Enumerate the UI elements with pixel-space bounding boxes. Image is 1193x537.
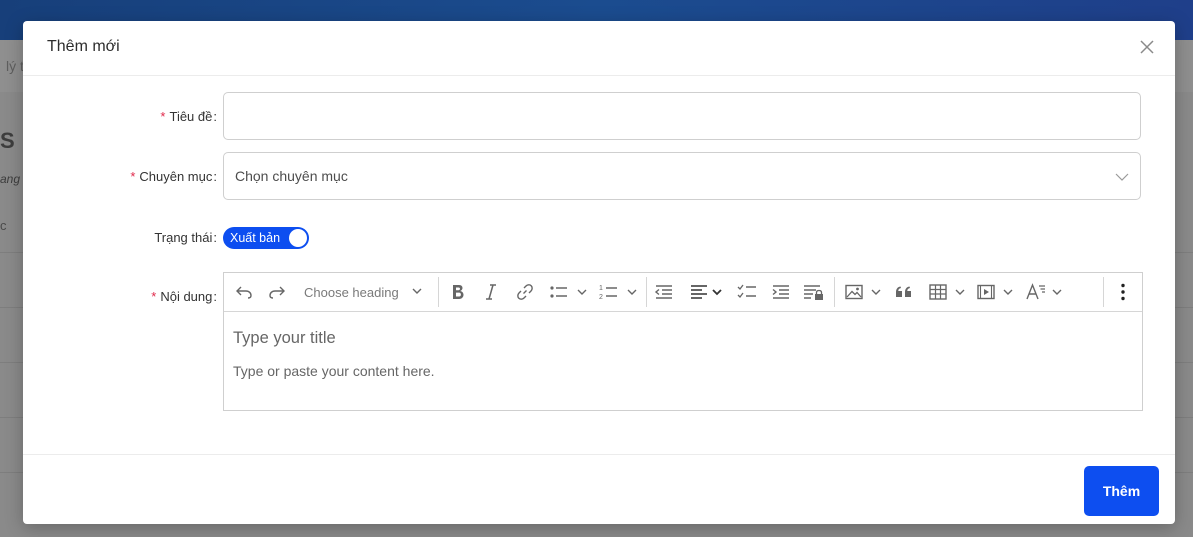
table-icon (929, 284, 947, 300)
content-form-row: * Nội dung: Choose heading 1 2 Type your… (23, 272, 1175, 411)
chevron-down-icon (1003, 289, 1013, 295)
editor-toolbar: Choose heading 1 2 (224, 273, 1142, 312)
link-button[interactable] (515, 282, 535, 302)
status-toggle-label: Xuất bản (230, 231, 281, 245)
status-toggle[interactable]: Xuất bản (223, 227, 309, 249)
todo-list-button[interactable] (736, 282, 758, 302)
toolbar-separator (834, 277, 835, 307)
bulleted-list-button[interactable] (548, 282, 588, 302)
link-icon (517, 284, 533, 300)
modal-title: Thêm mới (47, 38, 120, 55)
background-column: c (0, 218, 7, 233)
required-mark: * (151, 289, 157, 304)
label-colon: : (213, 109, 217, 124)
text-style-icon (1026, 283, 1045, 300)
category-placeholder: Chọn chuyên mục (235, 168, 348, 184)
status-label: Trạng thái: (154, 230, 217, 245)
toolbar-separator (1103, 277, 1104, 307)
add-button[interactable]: Thêm (1084, 466, 1159, 516)
undo-icon (236, 286, 252, 299)
image-icon (845, 284, 863, 300)
label-colon: : (213, 289, 217, 304)
category-label-text: Chuyên mục (139, 169, 213, 184)
outdent-icon (654, 285, 672, 299)
indent-icon (772, 285, 789, 299)
numbered-list-icon: 12 (599, 285, 617, 301)
todo-list-icon (737, 284, 756, 298)
redo-button[interactable] (267, 282, 287, 302)
category-label: * Chuyên mục: (130, 169, 217, 184)
toolbar-separator (438, 277, 439, 307)
toggle-knob (289, 229, 307, 247)
bold-icon (453, 285, 464, 299)
modal-header: Thêm mới (23, 21, 1175, 76)
heading-dropdown-label: Choose heading (304, 284, 399, 300)
bold-button[interactable] (448, 282, 468, 302)
svg-text:1: 1 (599, 285, 603, 292)
italic-button[interactable] (481, 282, 501, 302)
title-label: * Tiêu đề: (160, 109, 217, 124)
editor-title-placeholder[interactable]: Type your title (233, 329, 336, 348)
italic-icon (486, 284, 496, 300)
category-form-row: * Chuyên mục: Chọn chuyên mục (23, 152, 1175, 202)
lock-paragraph-icon (804, 285, 823, 300)
svg-text:2: 2 (599, 294, 603, 301)
quote-icon (896, 286, 911, 297)
chevron-down-icon (871, 289, 881, 295)
label-colon: : (213, 169, 217, 184)
media-icon (977, 284, 995, 300)
chevron-down-icon (955, 289, 965, 295)
insert-image-button[interactable] (844, 282, 882, 302)
insert-table-button[interactable] (928, 282, 966, 302)
indent-button[interactable] (770, 282, 792, 302)
insert-media-button[interactable] (976, 282, 1014, 302)
add-new-modal: Thêm mới * Tiêu đề: * Chuyên mục: Chọn chu… (23, 21, 1175, 524)
background-search-text: lý t (6, 58, 24, 74)
title-form-row: * Tiêu đề: (23, 92, 1175, 142)
chevron-down-icon (1052, 289, 1062, 295)
content-label: * Nội dung: (151, 289, 217, 304)
content-editor: Choose heading 1 2 Type your title Type … (223, 272, 1143, 411)
background-subtext: ang (0, 172, 21, 186)
numbered-list-button[interactable]: 12 (598, 282, 638, 302)
bulleted-list-icon (550, 286, 567, 298)
editor-body-placeholder[interactable]: Type or paste your content here. (233, 363, 435, 379)
restricted-editing-button[interactable] (802, 282, 824, 302)
title-input[interactable] (223, 92, 1141, 140)
outdent-button[interactable] (653, 282, 675, 302)
status-label-text: Trạng thái (154, 230, 213, 245)
heading-dropdown[interactable]: Choose heading (304, 282, 423, 302)
close-button[interactable] (1137, 37, 1157, 57)
close-icon (1140, 40, 1154, 54)
modal-footer: Thêm (23, 454, 1175, 525)
chevron-down-icon (712, 289, 722, 296)
chevron-down-icon (627, 289, 637, 295)
editor-content-area[interactable]: Type your title Type or paste your conte… (224, 311, 1142, 410)
chevron-down-icon (577, 289, 587, 295)
redo-icon (269, 286, 285, 299)
vertical-dots-icon (1121, 283, 1125, 301)
label-colon: : (213, 230, 217, 245)
required-mark: * (130, 169, 136, 184)
align-left-icon (691, 285, 707, 299)
background-heading: S (0, 128, 15, 153)
content-label-text: Nội dung (160, 289, 213, 304)
toolbar-separator (646, 277, 647, 307)
text-align-button[interactable] (689, 282, 723, 302)
status-form-row: Trạng thái: Xuất bản (23, 226, 1175, 250)
required-mark: * (160, 109, 166, 124)
title-label-text: Tiêu đề (169, 109, 213, 124)
category-select[interactable]: Chọn chuyên mục (223, 152, 1141, 200)
block-quote-button[interactable] (894, 282, 914, 302)
chevron-down-icon (411, 285, 423, 300)
more-options-button[interactable] (1113, 282, 1133, 302)
chevron-down-icon (1114, 169, 1130, 190)
undo-button[interactable] (234, 282, 254, 302)
text-style-button[interactable] (1025, 282, 1063, 302)
